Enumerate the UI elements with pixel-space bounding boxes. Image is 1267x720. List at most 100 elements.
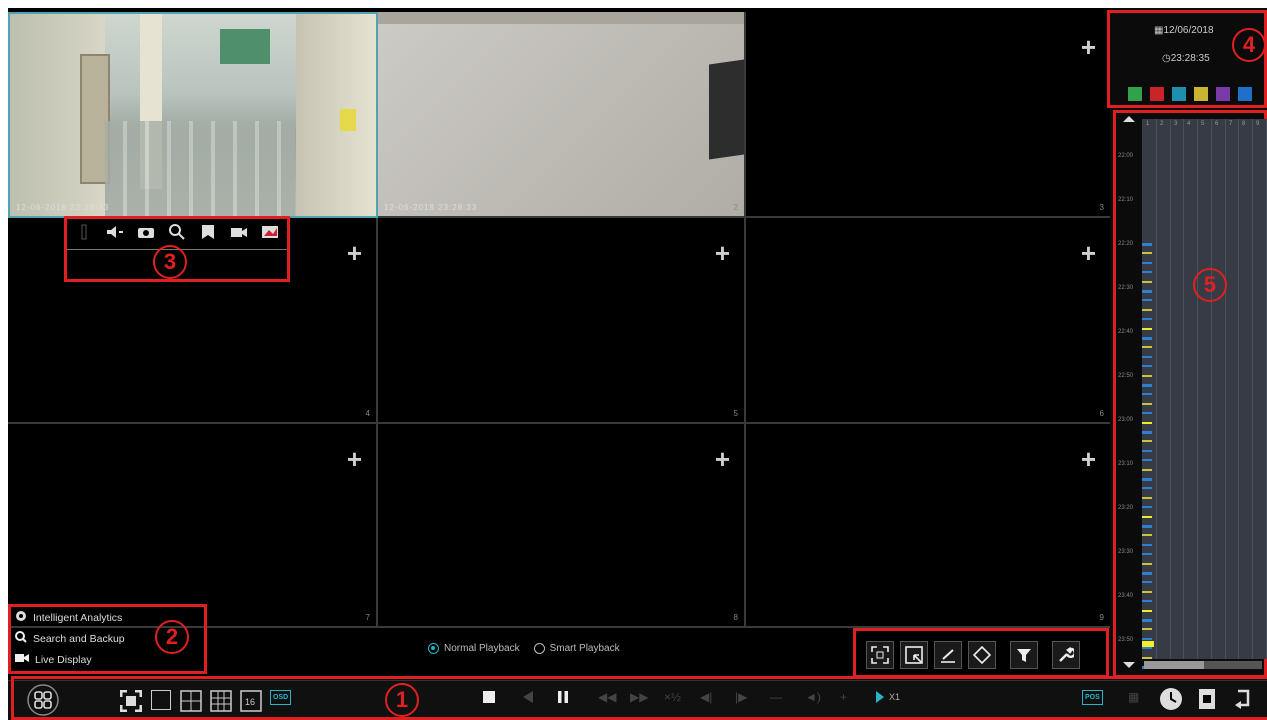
timeline-channel-column	[1197, 119, 1198, 659]
record-segment	[1142, 562, 1152, 565]
record-segment	[1142, 384, 1152, 387]
timeline-channel-label: 6	[1215, 121, 1219, 127]
snapshot-icon[interactable]	[137, 223, 155, 241]
record-segment	[1142, 581, 1152, 584]
add-camera-icon[interactable]: +	[347, 446, 362, 472]
annotation-marker-1: 1	[385, 683, 419, 717]
record-type-swatch[interactable]	[1150, 87, 1164, 101]
channel-8-view[interactable]: + 8	[378, 424, 746, 628]
drag-handle-icon[interactable]	[75, 223, 93, 241]
record-segment	[1142, 299, 1152, 302]
select-area-icon[interactable]	[900, 641, 928, 669]
record-icon[interactable]	[230, 223, 248, 241]
layout-1-icon[interactable]	[151, 690, 171, 710]
channel-1-view[interactable]: 12-06-2018 23:28:33	[8, 12, 378, 218]
back-icon[interactable]	[1234, 688, 1252, 710]
record-segment	[1142, 280, 1152, 283]
record-type-swatch[interactable]	[1238, 87, 1252, 101]
time-display[interactable]: ◷23:28:35	[1162, 53, 1210, 64]
record-segment	[1142, 355, 1152, 358]
draw-line-icon[interactable]	[934, 641, 962, 669]
record-segment	[1142, 402, 1152, 405]
record-segment	[1142, 656, 1152, 659]
normal-playback-radio[interactable]: Normal Playback	[428, 643, 520, 654]
grid-icon[interactable]: ▦	[1128, 690, 1139, 704]
menu-live-display[interactable]: Live Display	[15, 653, 92, 666]
layout-9-icon[interactable]	[210, 690, 232, 712]
step-forward-icon[interactable]: +	[840, 690, 847, 704]
audio-icon[interactable]	[106, 223, 124, 241]
record-segment	[1142, 346, 1152, 349]
add-camera-icon[interactable]: +	[715, 240, 730, 266]
record-segment	[1142, 261, 1152, 264]
draw-shape-icon[interactable]	[968, 641, 996, 669]
scroll-up-icon[interactable]	[1122, 115, 1136, 123]
fullscreen-icon[interactable]	[120, 690, 142, 712]
record-timeline[interactable]: 1 2 3 4 5 6 7 8 9 22:00 22:10 22:20 22:30 22:40 22:50…	[1113, 110, 1267, 678]
channel-6-view[interactable]: + 6	[746, 218, 1112, 424]
radio-label: Smart Playback	[549, 643, 620, 655]
add-camera-icon[interactable]: +	[1081, 446, 1096, 472]
record-segment	[1142, 628, 1152, 631]
add-camera-icon[interactable]: +	[1081, 240, 1096, 266]
timeline-scrollbar[interactable]	[1144, 661, 1262, 669]
reverse-play-icon[interactable]	[522, 690, 534, 704]
channel-7-view[interactable]: + 7	[8, 424, 378, 628]
fullscreen-area-icon[interactable]	[866, 641, 894, 669]
channel-9-view[interactable]: + 9	[746, 424, 1112, 628]
speed-indicator[interactable]: X1	[875, 690, 900, 704]
layout-16-icon[interactable]: 16	[240, 690, 262, 712]
start-menu-icon[interactable]	[26, 683, 60, 717]
add-tag-icon[interactable]	[199, 223, 217, 241]
channel-3-view[interactable]: + 3	[746, 12, 1112, 218]
channel-5-view[interactable]: + 5	[378, 218, 746, 424]
menu-intelligent-analytics[interactable]: Intelligent Analytics	[15, 610, 122, 625]
pause-icon[interactable]	[556, 690, 570, 704]
record-segment	[1142, 374, 1152, 377]
timeline-tick-label: 23:40	[1118, 593, 1134, 599]
osd-button[interactable]: OSD	[270, 690, 292, 705]
menu-search-and-backup[interactable]: Search and Backup	[15, 631, 125, 646]
record-type-swatch[interactable]	[1172, 87, 1186, 101]
settings-wrench-icon[interactable]	[1052, 641, 1080, 669]
channel-2-view[interactable]: 12-06-2018 23:28:33 2	[378, 12, 746, 218]
pos-button[interactable]: POS	[1082, 690, 1103, 705]
image-compare-icon[interactable]	[261, 223, 279, 241]
scroll-down-icon[interactable]	[1122, 661, 1136, 669]
filter-icon[interactable]	[1010, 641, 1038, 669]
timeline-tick-label: 22:30	[1118, 285, 1134, 291]
timeline-channel-label: 1	[1146, 121, 1150, 127]
playback-cursor[interactable]	[1142, 641, 1154, 647]
date-display[interactable]: ▦12/06/2018	[1154, 25, 1214, 36]
record-segment	[1142, 543, 1152, 546]
record-segment	[1142, 487, 1152, 490]
record-segment	[1142, 525, 1152, 528]
volume-icon[interactable]: ◄)	[805, 690, 821, 704]
frame-back-icon[interactable]: ◀|	[700, 690, 712, 704]
playback-tools	[853, 628, 1109, 678]
rewind-icon[interactable]: ◀◀	[598, 690, 616, 704]
export-icon[interactable]	[1196, 687, 1218, 711]
record-type-swatch[interactable]	[1128, 87, 1142, 101]
record-type-swatch[interactable]	[1216, 87, 1230, 101]
record-type-swatch[interactable]	[1194, 87, 1208, 101]
slow-icon[interactable]: ×½	[664, 690, 681, 704]
fast-forward-icon[interactable]: ▶▶	[630, 690, 648, 704]
backup-icon[interactable]	[1158, 686, 1184, 712]
channel-number: 7	[365, 613, 370, 622]
stop-icon[interactable]	[482, 690, 496, 704]
record-segment	[1142, 647, 1152, 650]
record-type-legend	[1128, 87, 1252, 101]
add-camera-icon[interactable]: +	[715, 446, 730, 472]
step-back-icon[interactable]: —	[770, 690, 782, 704]
add-camera-icon[interactable]: +	[1081, 34, 1096, 60]
record-segment	[1142, 318, 1152, 321]
layout-4-icon[interactable]	[180, 690, 202, 712]
add-camera-icon[interactable]: +	[347, 240, 362, 266]
smart-playback-radio[interactable]: Smart Playback	[533, 643, 620, 655]
frame-forward-icon[interactable]: |▶	[735, 690, 747, 704]
timeline-channel-label: 8	[1242, 121, 1246, 127]
zoom-in-icon[interactable]	[168, 223, 186, 241]
record-segment	[1142, 572, 1152, 575]
timeline-area[interactable]: 1 2 3 4 5 6 7 8 9	[1142, 119, 1267, 669]
